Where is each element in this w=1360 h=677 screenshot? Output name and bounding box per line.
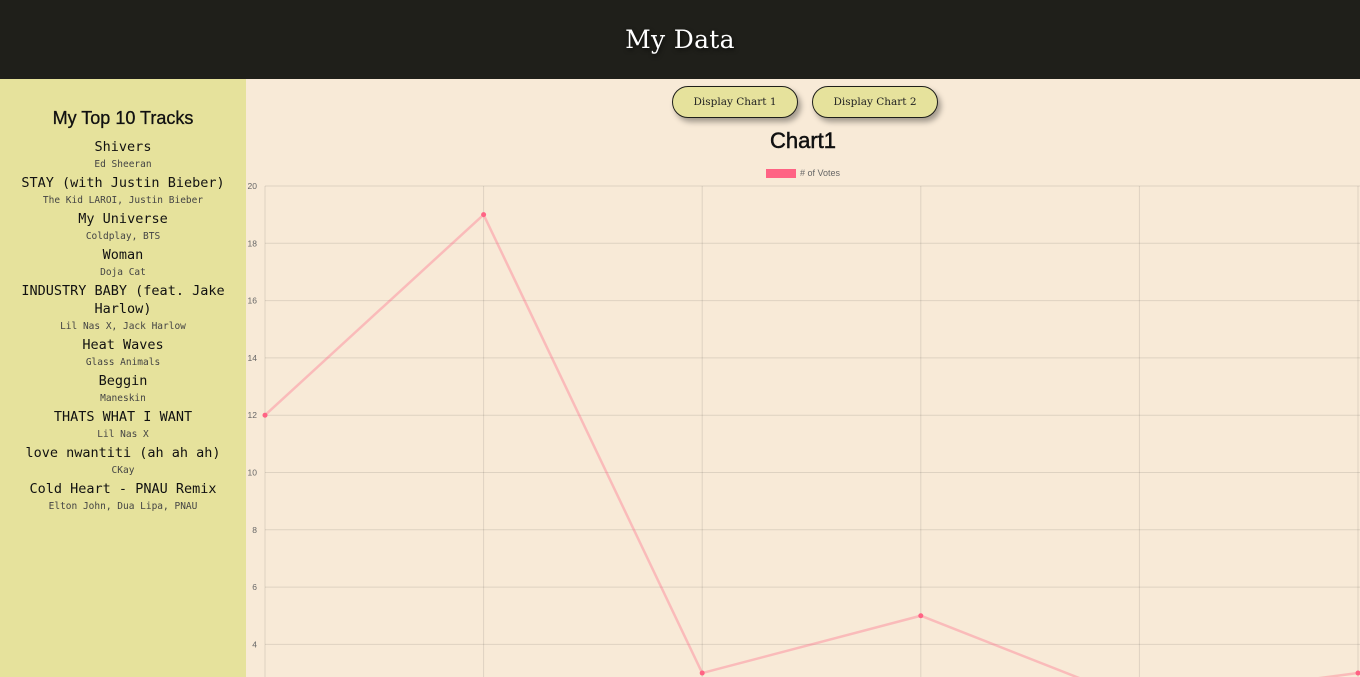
track-name: Shivers	[94, 139, 152, 155]
y-tick-label: 8	[252, 525, 257, 535]
track-item: My Universe Coldplay, BTS	[0, 210, 246, 246]
track-list: Shivers Ed Sheeran STAY (with Justin Bie…	[0, 138, 246, 516]
track-artist: Elton John, Dua Lipa, PNAU	[48, 501, 198, 512]
track-item: Shivers Ed Sheeran	[0, 138, 246, 174]
track-name: Heat Waves	[82, 337, 164, 353]
track-artist: Coldplay, BTS	[85, 231, 161, 242]
track-name: Beggin	[98, 373, 148, 389]
track-artist: Lil Nas X	[97, 429, 149, 440]
track-item: STAY (with Justin Bieber) The Kid LAROI,…	[0, 174, 246, 210]
y-tick-label: 12	[248, 410, 258, 420]
y-tick-label: 4	[252, 639, 257, 649]
track-name: love nwantiti (ah ah ah)	[25, 445, 221, 461]
track-artist: Doja Cat	[100, 267, 146, 278]
data-point	[1355, 670, 1360, 676]
track-item: Heat Waves Glass Animals	[0, 336, 246, 372]
data-point	[699, 670, 705, 676]
track-item: INDUSTRY BABY (feat. Jake Harlow) Lil Na…	[0, 282, 246, 336]
track-artist: Maneskin	[100, 393, 146, 404]
track-name: Cold Heart - PNAU Remix	[29, 481, 217, 497]
y-tick-label: 6	[252, 582, 257, 592]
series-line	[264, 212, 1359, 677]
track-name: Woman	[102, 247, 144, 263]
track-item: THATS WHAT I WANT Lil Nas X	[0, 408, 246, 444]
track-name: INDUSTRY BABY (feat. Jake Harlow)	[21, 283, 225, 317]
page-header: My Data	[0, 0, 1360, 79]
page-title: My Data	[625, 25, 735, 54]
track-name: My Universe	[78, 211, 168, 227]
track-artist: CKay	[111, 465, 135, 476]
data-point	[918, 613, 924, 619]
track-item: Cold Heart - PNAU Remix Elton John, Dua …	[0, 480, 246, 516]
top-tracks-sidebar: My Top 10 Tracks Shivers Ed Sheeran STAY…	[0, 79, 246, 677]
track-item: Woman Doja Cat	[0, 246, 246, 282]
track-item: love nwantiti (ah ah ah) CKay	[0, 444, 246, 480]
chart-panel: Display Chart 1 Display Chart 2 Chart1 #…	[246, 79, 1360, 677]
track-artist: Ed Sheeran	[94, 159, 152, 170]
y-tick-label: 10	[248, 468, 258, 478]
line-chart: 4 6 8 10 12 14 16 18 20	[248, 181, 1360, 677]
track-artist: The Kid LAROI, Justin Bieber	[42, 195, 204, 206]
track-name: THATS WHAT I WANT	[53, 409, 193, 425]
track-artist: Glass Animals	[85, 357, 161, 368]
track-item: Beggin Maneskin	[0, 372, 246, 408]
y-tick-label: 20	[248, 181, 258, 191]
data-point	[262, 412, 268, 418]
y-tick-label: 14	[248, 353, 258, 363]
track-artist: Lil Nas X, Jack Harlow	[60, 321, 186, 332]
y-tick-label: 16	[248, 296, 258, 306]
y-tick-label: 18	[248, 238, 258, 248]
data-point	[481, 212, 487, 218]
track-name: STAY (with Justin Bieber)	[21, 175, 225, 191]
sidebar-heading: My Top 10 Tracks	[52, 108, 194, 128]
